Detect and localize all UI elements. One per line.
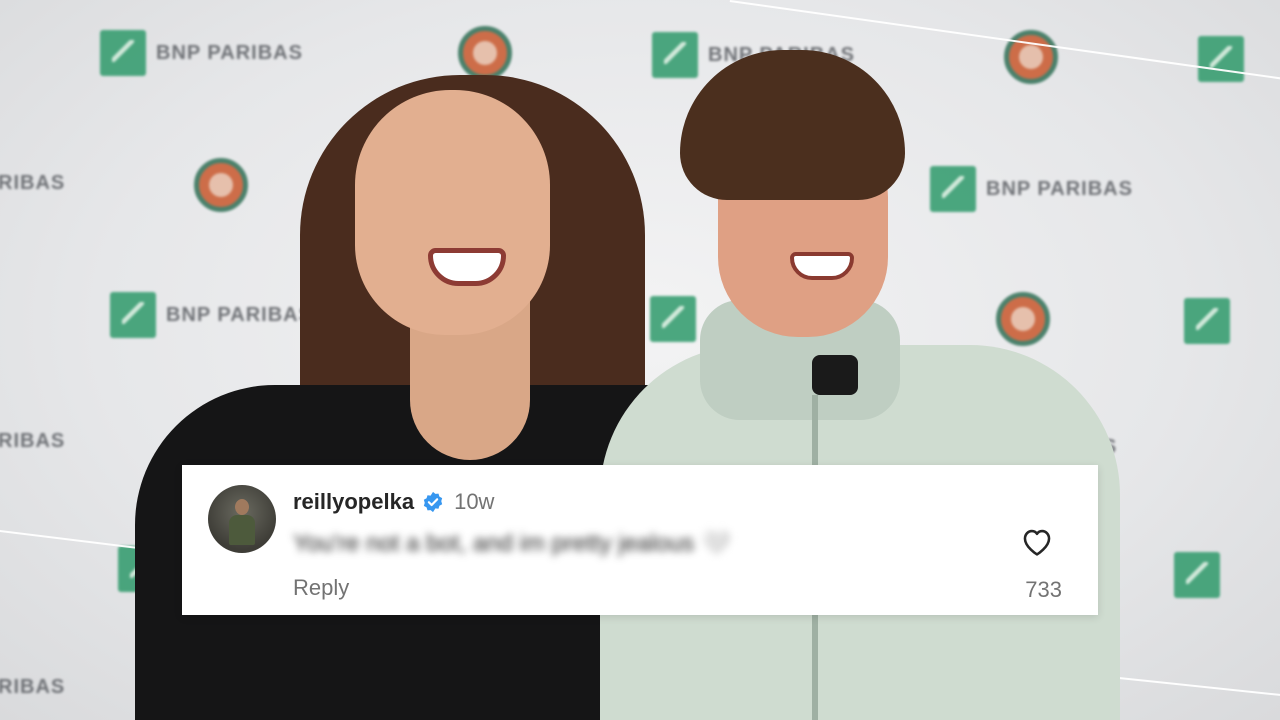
sponsor-logo: [1174, 552, 1220, 598]
like-count: 733: [1025, 577, 1062, 602]
comment-timestamp: 10w: [454, 489, 495, 514]
bnp-paribas-logo-icon: [100, 30, 146, 76]
reply-button[interactable]: Reply: [293, 575, 349, 601]
sponsor-logo: [1198, 36, 1244, 82]
avatar[interactable]: [208, 485, 276, 553]
bnp-paribas-logo-icon: [650, 296, 696, 342]
sponsor-logo: [1184, 298, 1230, 344]
sponsor-logo: BNP PARIBAS: [110, 292, 313, 338]
roland-garros-icon: [458, 26, 512, 80]
sponsor-text: BNP PARIBAS: [986, 177, 1133, 200]
roland-garros-icon: [996, 292, 1050, 346]
comment-text: You're not a bot, and im pretty jealous …: [293, 530, 731, 557]
sponsor-logo: RIBAS: [0, 676, 65, 699]
sponsor-logo: BNP PARIBAS: [100, 30, 303, 76]
man-smile: [790, 252, 854, 280]
sponsor-text: RIBAS: [0, 676, 66, 698]
sponsor-text: BNP PARIBAS: [156, 41, 303, 64]
sponsor-logo: [650, 296, 696, 342]
bnp-paribas-logo-icon: [652, 32, 698, 78]
sponsor-text: RIBAS: [0, 172, 66, 194]
verified-badge-icon: [423, 491, 443, 513]
bnp-paribas-logo-icon: [930, 166, 976, 212]
comment-card: reillyopelka 10w You're not a bot, and i…: [182, 465, 1098, 615]
bnp-paribas-logo-icon: [1184, 298, 1230, 344]
bnp-paribas-logo-icon: [1198, 36, 1244, 82]
roland-garros-icon: [1004, 30, 1058, 84]
heart-icon[interactable]: [1020, 525, 1054, 557]
roland-garros-icon: [194, 158, 248, 212]
woman-face: [355, 90, 550, 335]
sponsor-text: RIBAS: [0, 430, 66, 452]
comment-header: reillyopelka 10w: [293, 489, 494, 515]
lapel-mic-icon: [812, 355, 858, 395]
sponsor-logo: RIBAS: [0, 430, 65, 453]
username[interactable]: reillyopelka: [293, 489, 414, 515]
bnp-paribas-logo-icon: [110, 292, 156, 338]
bnp-paribas-logo-icon: [1174, 552, 1220, 598]
sponsor-logo: RIBAS: [0, 172, 65, 195]
sponsor-text: BNP PARIBAS: [166, 303, 313, 326]
sponsor-logo: BNP PARIBAS: [930, 166, 1133, 212]
decorative-line: [1099, 675, 1280, 697]
